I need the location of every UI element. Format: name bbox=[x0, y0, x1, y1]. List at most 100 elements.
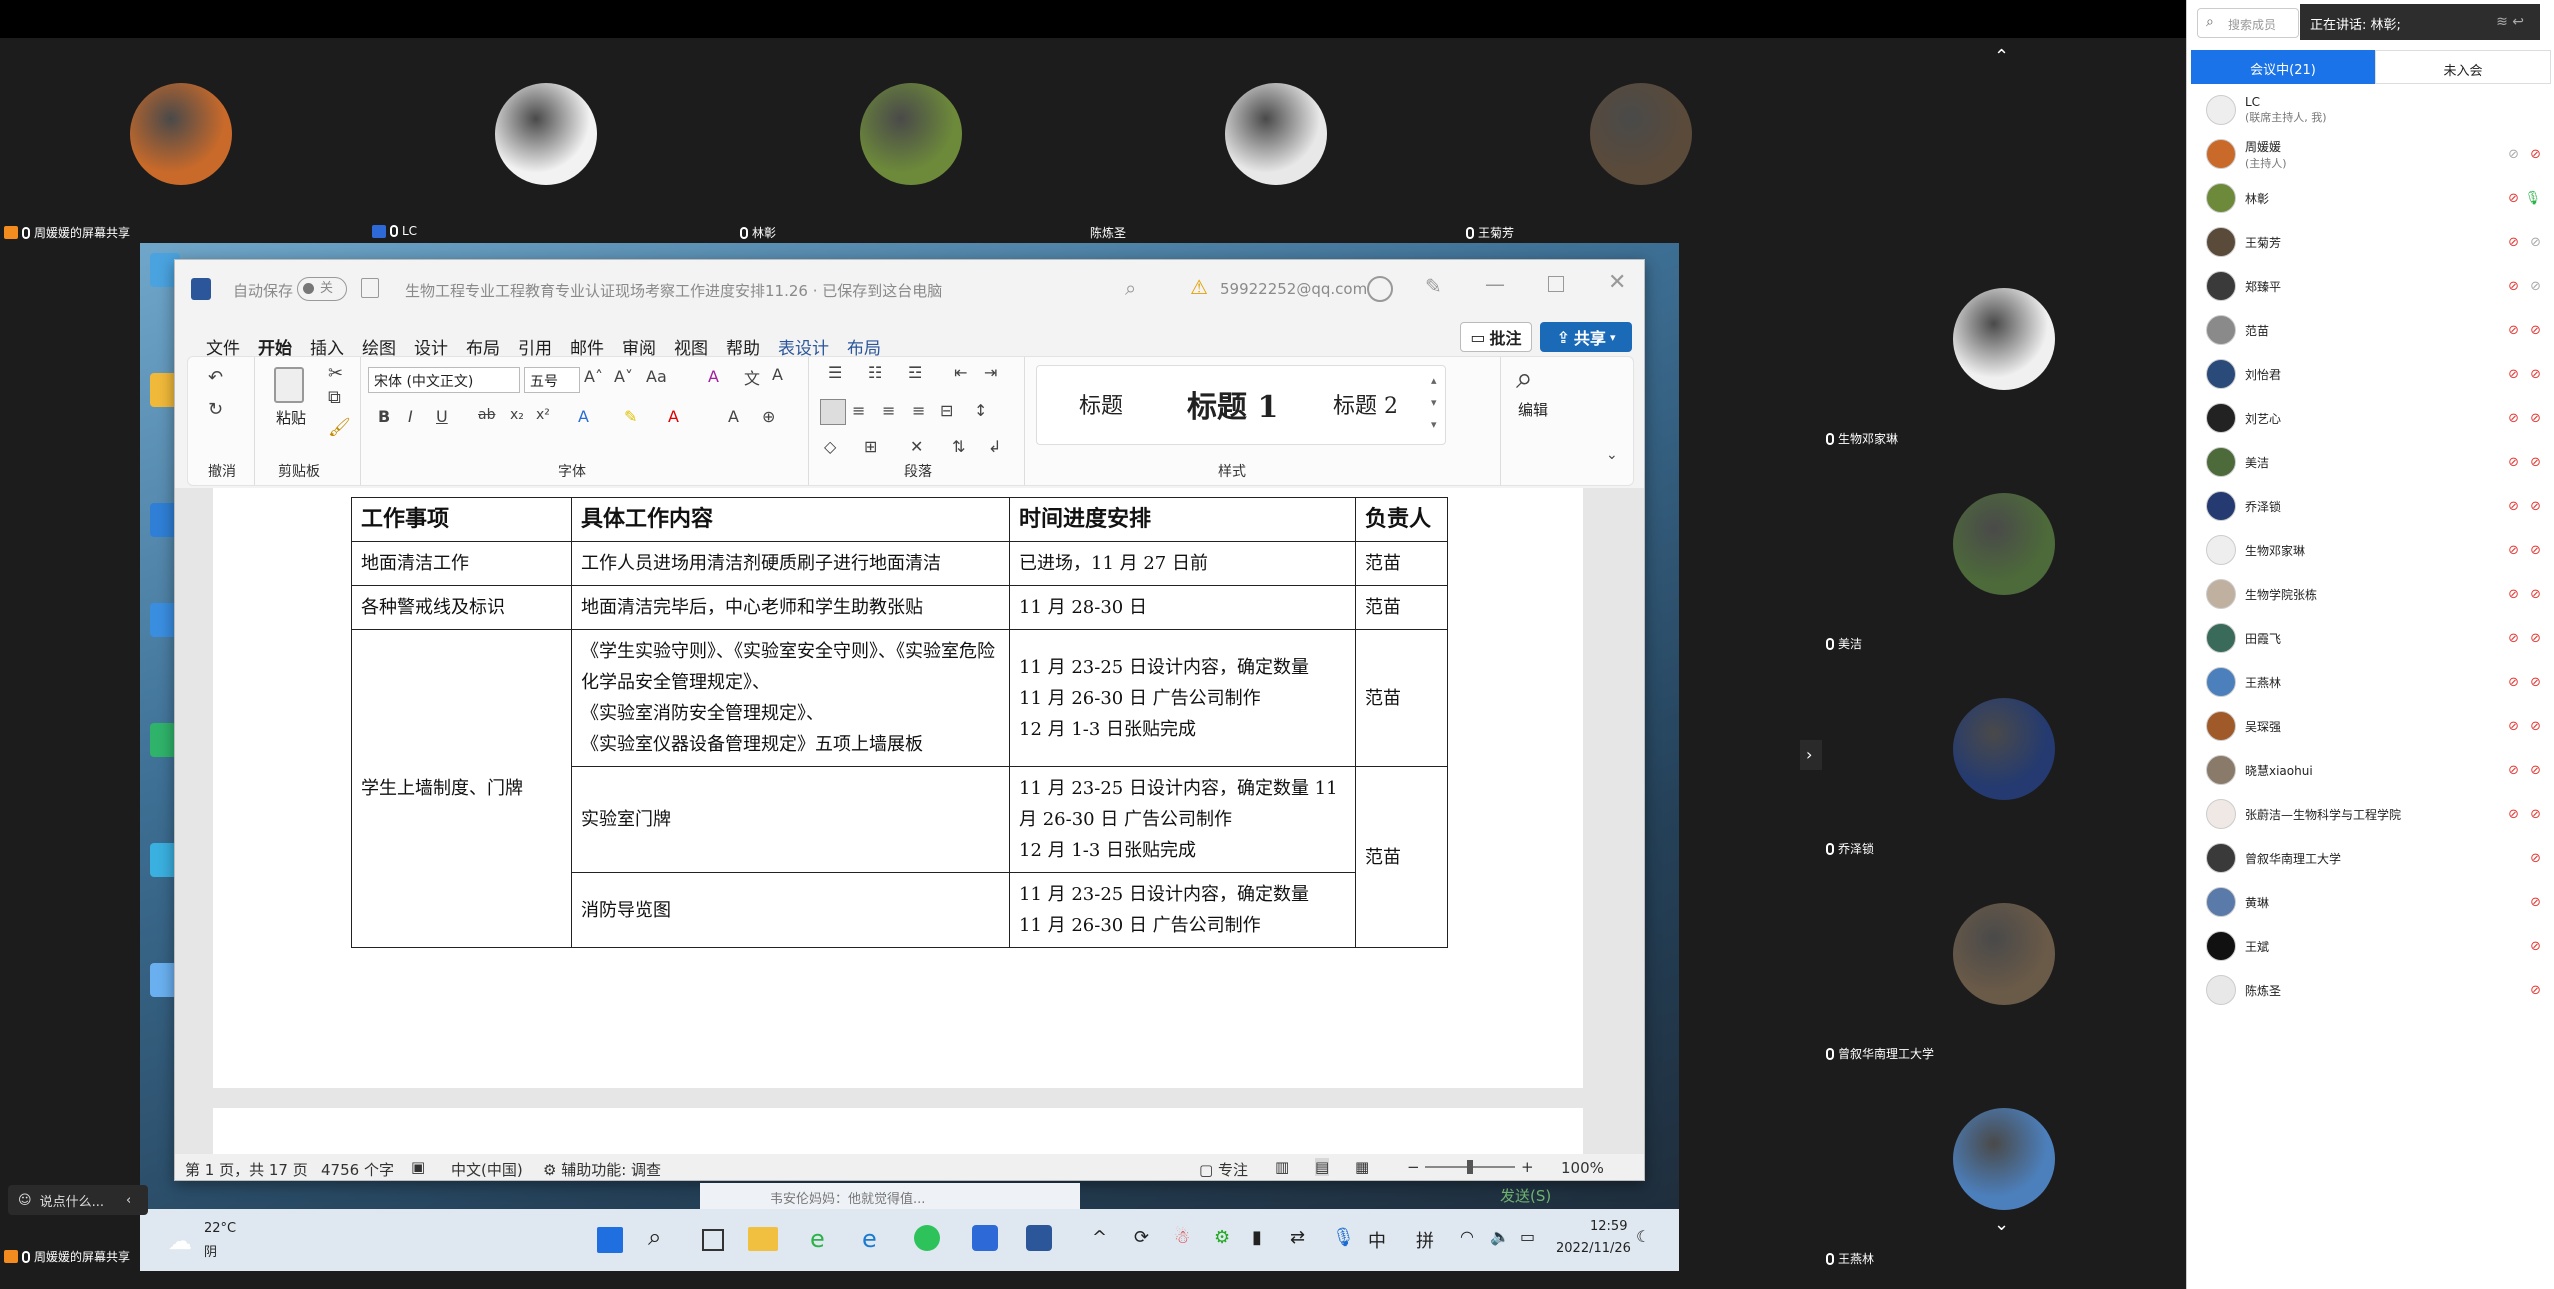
autosave-toggle[interactable]: 关 bbox=[297, 277, 347, 301]
search-icon[interactable]: ⌕ bbox=[1125, 276, 1136, 300]
italic-icon[interactable]: I bbox=[408, 407, 413, 426]
table-cell[interactable]: 范苗 bbox=[1355, 541, 1448, 586]
member-row[interactable]: 美洁 ⊘ ⊘ bbox=[2187, 440, 2554, 484]
mic-muted-icon[interactable]: ⊘ bbox=[2530, 411, 2541, 426]
cut-icon[interactable]: ✂ bbox=[328, 363, 343, 384]
camera-off-icon[interactable]: ⊘ bbox=[2508, 719, 2519, 734]
edge-icon[interactable]: e bbox=[862, 1225, 877, 1253]
file-explorer-icon[interactable] bbox=[748, 1227, 778, 1251]
start-icon[interactable] bbox=[597, 1227, 623, 1253]
battery-icon[interactable]: ▭ bbox=[1520, 1227, 1535, 1246]
minimize-button[interactable]: — bbox=[1485, 272, 1505, 296]
volume-icon[interactable]: 🔈 bbox=[1490, 1227, 1510, 1246]
table-header-cell[interactable]: 具体工作内容 bbox=[571, 497, 1010, 542]
member-row[interactable]: 田霞飞 ⊘ ⊘ bbox=[2187, 616, 2554, 660]
clock-date[interactable]: 2022/11/26 bbox=[1556, 1241, 1631, 1256]
zoom-in-icon[interactable]: + bbox=[1521, 1158, 1534, 1176]
member-row[interactable]: 曾叙华南理工大学 ⊘ bbox=[2187, 836, 2554, 880]
wechat-icon[interactable] bbox=[914, 1225, 940, 1251]
line-spacing-icon[interactable]: ↕ bbox=[974, 401, 987, 420]
participant-avatar[interactable] bbox=[1590, 83, 1692, 185]
camera-off-icon[interactable]: ⊘ bbox=[2508, 675, 2519, 690]
chevron-up-icon[interactable]: ^ bbox=[1092, 1227, 1107, 1248]
browser-icon[interactable]: e bbox=[810, 1225, 825, 1253]
comment-button[interactable]: ▭ 批注 bbox=[1460, 322, 1532, 352]
ime-pinyin[interactable]: 拼 bbox=[1416, 1227, 1434, 1253]
mic-muted-icon[interactable]: ⊘ bbox=[2530, 455, 2541, 470]
increase-indent-icon[interactable]: ⇥ bbox=[984, 363, 997, 382]
table-cell[interactable]: 11 月 23-25 日设计内容，确定数量 11 月 26-30 日 广告公司制… bbox=[1009, 766, 1356, 873]
member-row[interactable]: 生物学院张栋 ⊘ ⊘ bbox=[2187, 572, 2554, 616]
paste-icon[interactable] bbox=[274, 367, 304, 403]
paste-label[interactable]: 粘贴 bbox=[276, 407, 306, 428]
underline-icon[interactable]: U bbox=[436, 407, 448, 426]
align-right-icon[interactable]: ≡ bbox=[882, 401, 895, 420]
task-view-icon[interactable] bbox=[702, 1229, 724, 1251]
member-row[interactable]: 林彰 🎙 ⊘ bbox=[2187, 176, 2554, 220]
table-cell[interactable]: 学生上墙制度、门牌 bbox=[351, 629, 572, 948]
bold-icon[interactable]: B bbox=[378, 407, 390, 426]
read-mode-icon[interactable]: ▥ bbox=[1275, 1158, 1289, 1176]
table-cell[interactable]: 《学生实验守则》、《实验室安全守则》、《实验室危险化学品安全管理规定》、 《实验室… bbox=[571, 629, 1010, 767]
member-row[interactable]: 张蔚洁—生物科学与工程学院 ⊘ ⊘ bbox=[2187, 792, 2554, 836]
superscript-icon[interactable]: x² bbox=[536, 407, 550, 423]
table-cell[interactable]: 范苗 bbox=[1355, 585, 1448, 630]
collapse-ribbon-icon[interactable]: ⌄ bbox=[1606, 447, 1618, 463]
word-taskbar-icon[interactable] bbox=[1026, 1225, 1052, 1251]
close-button[interactable]: ✕ bbox=[1608, 270, 1626, 295]
accessibility-status[interactable]: ⚙ 辅助功能: 调查 bbox=[543, 1159, 661, 1180]
sync-icon[interactable]: ⟳ bbox=[1134, 1227, 1149, 1248]
camera-off-icon[interactable]: ⊘ bbox=[2508, 763, 2519, 778]
participant-avatar[interactable] bbox=[1225, 83, 1327, 185]
document-title[interactable]: 生物工程专业工程教育专业认证现场考察工作进度安排11.26 · 已保存到这台电脑 bbox=[405, 280, 942, 301]
decrease-indent-icon[interactable]: ⇤ bbox=[954, 363, 967, 382]
sort-icon[interactable]: ⇅ bbox=[952, 437, 965, 456]
member-row[interactable]: 郑臻平 ⊘ ⊘ bbox=[2187, 264, 2554, 308]
table-cell[interactable]: 11 月 28-30 日 bbox=[1009, 585, 1356, 630]
chat-input[interactable]: ☺ 说点什么... ‹ bbox=[8, 1185, 148, 1215]
text-effect-icon[interactable]: A bbox=[578, 407, 589, 426]
member-row[interactable]: 生物邓家琳 ⊘ ⊘ bbox=[2187, 528, 2554, 572]
microphone-icon[interactable]: 🎙 bbox=[1332, 1227, 1355, 1248]
subscript-icon[interactable]: x₂ bbox=[510, 407, 524, 423]
member-row[interactable]: 王菊芳 ⊘ ⊘ bbox=[2187, 220, 2554, 264]
numbering-icon[interactable]: ☷ bbox=[868, 363, 882, 382]
distributed-icon[interactable]: ⊟ bbox=[940, 401, 953, 420]
member-row[interactable]: 王斌 ⊘ bbox=[2187, 924, 2554, 968]
member-row[interactable]: 陈炼圣 ⊘ bbox=[2187, 968, 2554, 1012]
styles-up-icon[interactable]: ▴ bbox=[1431, 374, 1437, 387]
redo-icon[interactable]: ↻ bbox=[208, 399, 223, 420]
qq-icon[interactable]: ☃ bbox=[1174, 1227, 1190, 1248]
camera-off-icon[interactable]: ⊘ bbox=[2508, 499, 2519, 514]
page-count[interactable]: 第 1 页，共 17 页 bbox=[185, 1159, 308, 1180]
mic-muted-icon[interactable]: ⊘ bbox=[2530, 719, 2541, 734]
table-cell[interactable]: 已进场，11 月 27 日前 bbox=[1009, 541, 1356, 586]
chevron-left-icon[interactable]: ‹ bbox=[126, 1193, 131, 1208]
camera-off-icon[interactable]: ⊘ bbox=[2508, 191, 2519, 206]
enclose-char-icon[interactable]: ⊕ bbox=[762, 407, 775, 426]
member-row[interactable]: 刘艺心 ⊘ ⊘ bbox=[2187, 396, 2554, 440]
member-row[interactable]: 范苗 ⊘ ⊘ bbox=[2187, 308, 2554, 352]
align-left-icon[interactable] bbox=[820, 399, 846, 425]
table-cell[interactable]: 工作人员进场用清洁剂硬质刷子进行地面清洁 bbox=[571, 541, 1010, 586]
multilevel-icon[interactable]: ☲ bbox=[908, 363, 922, 382]
account-icon[interactable] bbox=[1367, 276, 1393, 302]
table-cell[interactable]: 地面清洁工作 bbox=[351, 541, 572, 586]
style-normal[interactable]: 标题 bbox=[1079, 388, 1123, 420]
char-border-icon[interactable]: A bbox=[772, 365, 783, 384]
camera-off-icon[interactable]: ⊘ bbox=[2508, 807, 2519, 822]
camera-off-icon[interactable]: ⊘ bbox=[2508, 587, 2519, 602]
mic-muted-icon[interactable]: ⊘ bbox=[2530, 895, 2541, 910]
mic-muted-icon[interactable]: ⊘ bbox=[2530, 543, 2541, 558]
mic-muted-icon[interactable]: ⊘ bbox=[2530, 499, 2541, 514]
pen-icon[interactable]: ✎ bbox=[1425, 274, 1442, 298]
copy-icon[interactable]: ⧉ bbox=[328, 387, 341, 408]
style-heading-1[interactable]: 标题 1 bbox=[1187, 382, 1278, 426]
table-cell[interactable]: 范苗 bbox=[1355, 629, 1448, 767]
camera-off-icon[interactable]: ⊘ bbox=[2508, 147, 2519, 162]
camera-off-icon[interactable]: ⊘ bbox=[2508, 323, 2519, 338]
participant-avatar[interactable] bbox=[495, 83, 597, 185]
find-icon[interactable]: ⌕ bbox=[1516, 361, 1533, 396]
clock-time[interactable]: 12:59 bbox=[1590, 1219, 1627, 1234]
style-heading-2[interactable]: 标题 2 bbox=[1333, 388, 1398, 420]
